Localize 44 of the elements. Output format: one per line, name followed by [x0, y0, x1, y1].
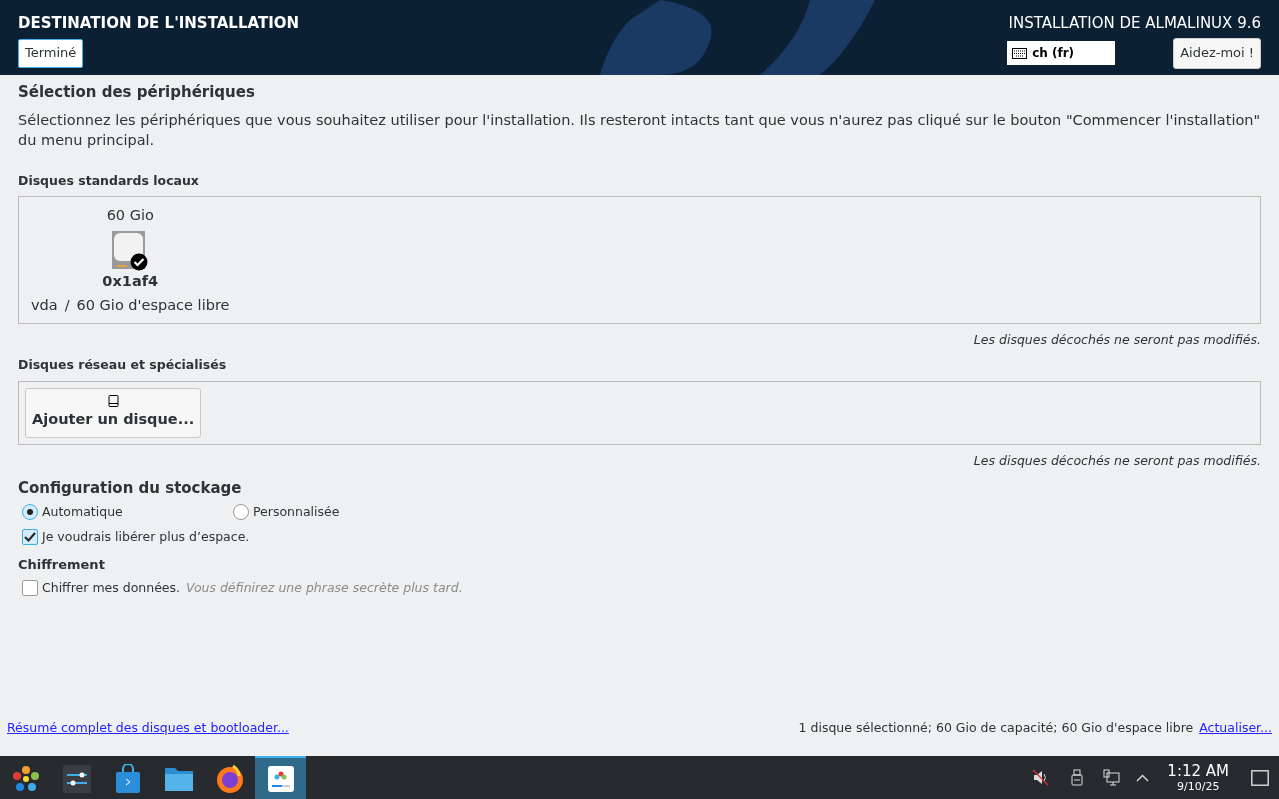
network-icon[interactable]	[1103, 769, 1121, 786]
hint-text: Vous définirez une phrase secrète plus tard.	[186, 579, 463, 597]
flower-logo-icon	[10, 763, 41, 794]
radio-option[interactable]: Personnalisée	[233, 503, 444, 522]
add-disk-button[interactable]: Ajouter un disque...	[25, 387, 202, 438]
section-heading: Chiffrement	[18, 555, 106, 574]
radio-option[interactable]: Automatique	[22, 503, 233, 522]
done-button[interactable]: Terminé	[18, 38, 84, 68]
checkmark-icon	[24, 532, 36, 543]
screen-title: DESTINATION DE L'INSTALLATION	[18, 13, 299, 34]
device-name: vda	[31, 295, 58, 315]
usb-drive-icon[interactable]	[1071, 769, 1084, 786]
disk-tile[interactable]: 60 Gio 0x1af4 vda / 60 Gio d'espace libre	[19, 197, 242, 324]
section-heading: Sélection des périphériques	[18, 82, 256, 103]
chevron-up-icon[interactable]	[1136, 773, 1150, 782]
status-text: 1 disque sélectionné; 60 Gio de capacité; 60 Gio d'espace libre	[798, 719, 1194, 738]
hard-disk-icon	[111, 231, 150, 271]
taskbar-app-button[interactable]	[255, 756, 306, 799]
keyboard-layout-field[interactable]: ch (fr)	[1007, 41, 1116, 65]
sliders-icon	[62, 764, 91, 793]
installer-icon	[267, 765, 294, 792]
section-heading: Disques réseau et spécialisés	[18, 356, 228, 374]
description-text: Sélectionnez les périphériques que vous souhaitez utiliser pour l'installation. Ils resteront intacts tant que vous n'aurez pas cliqué sur le bouton "Commencer l'installation" du menu principal.	[18, 110, 1261, 150]
section-heading: Disques standards locaux	[18, 171, 200, 190]
help-button[interactable]: Aidez-moi !	[1173, 37, 1261, 69]
section-heading: Configuration du stockage	[18, 477, 243, 499]
muted-speaker-icon[interactable]	[1032, 769, 1050, 786]
reclaim-space-checkbox[interactable]: Je voudrais libérer plus d’espace.	[22, 527, 250, 547]
shopping-bag-icon	[114, 763, 141, 794]
free-space-text: 60 Gio d'espace libre	[76, 295, 230, 315]
separator-text: /	[64, 295, 70, 315]
fox-globe-icon	[214, 763, 245, 794]
note-text: Les disques décochés ne seront pas modifiés.	[973, 451, 1261, 470]
encrypt-checkbox[interactable]: Chiffrer mes données.	[22, 579, 181, 598]
product-title: INSTALLATION DE ALMALINUX 9.6	[1008, 13, 1261, 34]
clock[interactable]: 1:12 AM 9/10/25	[1167, 763, 1229, 792]
refresh-link[interactable]: Actualiser...	[1199, 719, 1272, 738]
show-desktop-icon[interactable]	[1251, 769, 1269, 786]
keyboard-icon	[1012, 47, 1028, 59]
disk-size: 60 Gio	[106, 206, 154, 226]
note-text: Les disques décochés ne seront pas modifiés.	[973, 331, 1261, 350]
folder-icon	[163, 765, 194, 792]
disk-name: 0x1af4	[102, 272, 159, 291]
disk-summary-link[interactable]: Résumé complet des disques et bootloader...	[7, 719, 289, 738]
